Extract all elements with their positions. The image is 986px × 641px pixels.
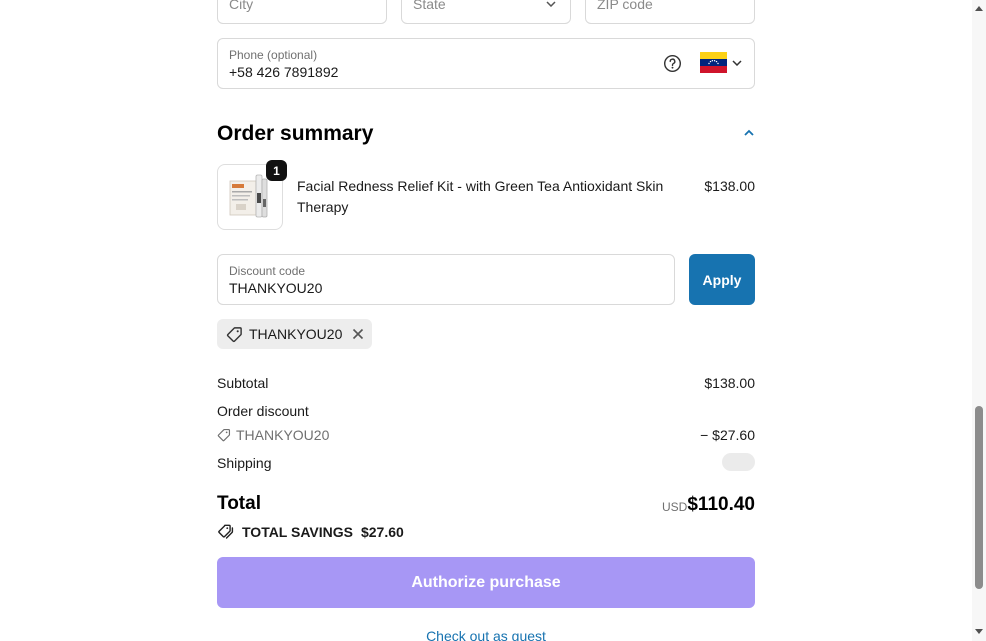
total-label: Total [217,493,261,514]
discount-code-name: THANKYOU20 [236,427,330,443]
subtotal-value: $138.00 [704,375,755,391]
scrollbar-thumb[interactable] [975,406,983,589]
order-discount-label: Order discount [217,403,309,419]
total-savings: TOTAL SAVINGS $27.60 [217,524,404,540]
phone-label: Phone (optional) [229,48,318,62]
applied-discount-chip: THANKYOU20 [217,319,373,349]
discount-code-field[interactable]: Discount code THANKYOU20 [217,254,675,305]
chevron-down-icon [732,59,742,66]
chevron-up-icon[interactable] [742,126,756,140]
subtotal-label: Subtotal [217,375,269,391]
phone-value: +58 426 7891892 [229,64,339,80]
tag-icon [217,428,231,442]
savings-value: $27.60 [360,524,404,540]
phone-field[interactable]: Phone (optional) +58 426 7891892 [217,38,755,89]
tags-icon [218,524,234,539]
state-select[interactable]: State [401,0,571,24]
remove-discount-button[interactable] [352,328,364,340]
chevron-down-icon [546,1,556,7]
discount-code-row: THANKYOU20 [217,427,329,443]
product-price: $138.00 [704,178,755,194]
currency-code: USD [662,500,688,514]
zip-placeholder: ZIP code [597,0,653,12]
product-name: Facial Redness Relief Kit - with Green T… [297,178,664,215]
shipping-value-placeholder [722,453,755,471]
tag-icon [226,326,242,342]
savings-label: TOTAL SAVINGS [242,524,353,540]
page-scrollbar[interactable] [972,0,986,641]
country-selector[interactable] [700,52,742,73]
venezuela-flag-icon [700,52,727,73]
discount-code-label: Discount code [229,264,306,278]
total-value: $110.40 [687,494,755,515]
city-placeholder: City [229,0,254,12]
apply-button[interactable]: Apply [689,254,755,305]
quantity-badge: 1 [266,160,287,181]
close-icon [353,328,364,340]
discount-amount: − $27.60 [700,427,755,443]
scroll-up-arrow-icon[interactable] [975,5,983,11]
checkout-as-guest-link[interactable]: Check out as guest [0,628,972,641]
applied-discount-code: THANKYOU20 [249,326,343,342]
shipping-label: Shipping [217,455,272,471]
authorize-purchase-button[interactable]: Authorize purchase [217,557,755,608]
city-field[interactable]: City [217,0,387,24]
help-icon[interactable] [663,54,682,73]
zip-field[interactable]: ZIP code [585,0,755,24]
state-placeholder: State [413,0,446,12]
order-summary-title: Order summary [217,122,374,145]
scroll-down-arrow-icon[interactable] [975,629,983,635]
discount-code-value: THANKYOU20 [229,280,323,296]
